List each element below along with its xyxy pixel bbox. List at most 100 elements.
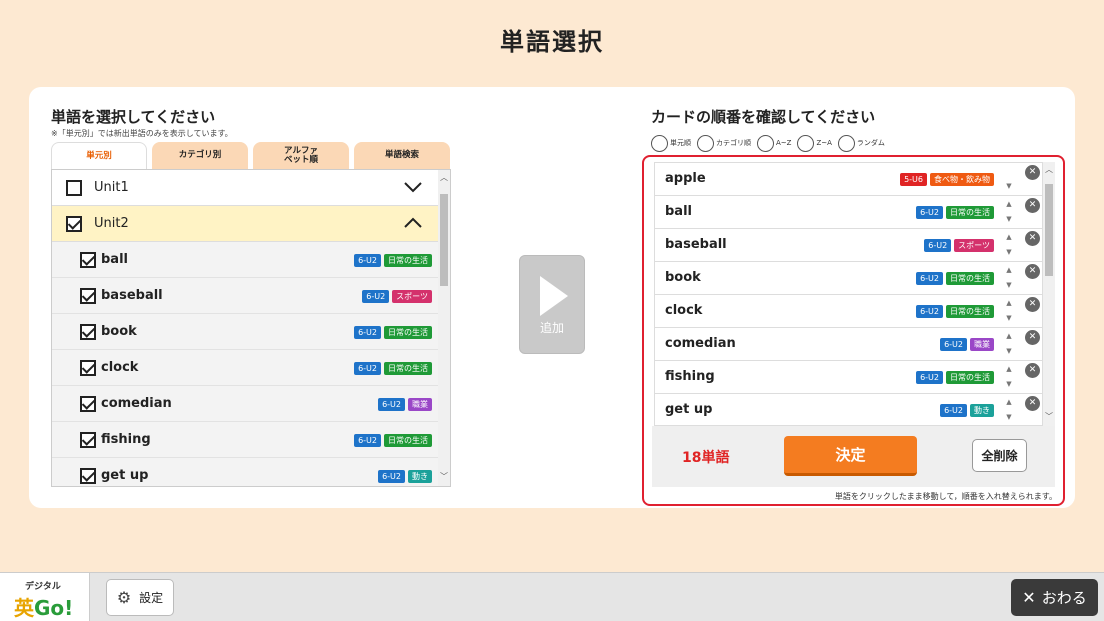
bottom-bar: デジタル 英Go! ⚙ 設定 ✕ おわる [0,572,1104,621]
sort-option-category[interactable]: カテゴリ順 [697,134,751,152]
scroll-down-icon[interactable]: ﹀ [1045,411,1053,422]
scroll-up-icon[interactable]: ︿ [440,172,448,183]
move-down-icon[interactable]: ▼ [1002,248,1016,256]
unit-tag: 6-U2 [354,434,381,447]
move-up-icon[interactable]: ▲ [1002,200,1016,208]
unit-row-unit2[interactable]: Unit2 [52,206,438,242]
tab-alphabetical[interactable]: アルファ ベット順 [253,142,349,169]
card-row[interactable]: comedian 6-U2 職業 ▲ ▼ ✕ [655,328,1042,361]
move-down-icon[interactable]: ▼ [1002,182,1016,190]
unit1-checkbox[interactable] [66,179,82,196]
card-row[interactable]: baseball 6-U2 スポーツ ▲ ▼ ✕ [655,229,1042,262]
chevron-down-icon[interactable] [404,181,422,196]
unit-tag: 6-U2 [378,398,405,411]
word-label: get up [101,468,149,483]
close-button[interactable]: ✕ おわる [1011,579,1098,616]
word-row[interactable]: get up 6-U2 動き [52,458,438,486]
move-up-icon[interactable]: ▲ [1002,365,1016,373]
card-row[interactable]: book 6-U2 日常の生活 ▲ ▼ ✕ [655,262,1042,295]
radio-circle[interactable] [651,134,668,152]
play-icon [540,276,568,316]
card-row[interactable]: ball 6-U2 日常の生活 ▲ ▼ ✕ [655,196,1042,229]
scrollbar-thumb[interactable] [1045,184,1053,276]
move-down-icon[interactable]: ▼ [1002,380,1016,388]
unit-label: Unit2 [94,216,129,231]
chevron-up-icon[interactable] [404,217,422,232]
word-row[interactable]: clock 6-U2 日常の生活 [52,350,438,386]
card-list[interactable]: apple 5-U6 食べ物・飲み物 ▼ ✕ ball 6-U2 日常の生活 ▲ ▼… [654,162,1043,426]
decide-button[interactable]: 決定 [784,436,917,476]
move-up-icon[interactable]: ▲ [1002,398,1016,406]
unit-tag: 6-U2 [354,254,381,267]
remove-icon[interactable]: ✕ [1025,363,1040,378]
card-list-scrollbar[interactable]: ︿ ﹀ [1043,162,1055,426]
remove-icon[interactable]: ✕ [1025,198,1040,213]
unit-row-unit1[interactable]: Unit1 [52,170,438,206]
radio-circle[interactable] [837,134,855,152]
scroll-up-icon[interactable]: ︿ [1045,164,1053,175]
word-checkbox[interactable] [80,359,96,376]
unit-tag: 6-U2 [378,470,405,483]
word-list-scrollbar[interactable]: ︿ ﹀ [438,170,450,486]
word-row[interactable]: baseball 6-U2 スポーツ [52,278,438,314]
close-label: おわる [1041,589,1087,607]
remove-icon[interactable]: ✕ [1025,231,1040,246]
word-checkbox[interactable] [80,395,96,412]
tab-by-category[interactable]: カテゴリ別 [152,142,248,169]
card-row[interactable]: apple 5-U6 食べ物・飲み物 ▼ ✕ [655,163,1042,196]
left-panel-note: ※「単元別」では新出単語のみを表示しています。 [51,129,233,138]
word-row[interactable]: comedian 6-U2 職業 [52,386,438,422]
move-down-icon[interactable]: ▼ [1002,413,1016,421]
word-list[interactable]: Unit1 Unit2 ball 6-U2 日常の生活 baseball 6-U2… [51,169,451,487]
card-word: comedian [665,336,736,351]
radio-circle[interactable] [797,134,815,152]
word-checkbox[interactable] [80,431,96,448]
word-row[interactable]: book 6-U2 日常の生活 [52,314,438,350]
tab-by-unit[interactable]: 単元別 [51,142,147,170]
sort-option-random[interactable]: ランダム [837,134,885,152]
word-checkbox[interactable] [80,323,96,340]
card-row[interactable]: fishing 6-U2 日常の生活 ▲ ▼ ✕ [655,361,1042,394]
radio-circle[interactable] [757,134,774,152]
tab-word-search[interactable]: 単語検索 [354,142,450,169]
move-down-icon[interactable]: ▼ [1002,347,1016,355]
sort-option-z-a[interactable]: Z~A [797,134,832,152]
remove-icon[interactable]: ✕ [1025,396,1040,411]
unit2-checkbox[interactable] [66,215,82,232]
word-row[interactable]: ball 6-U2 日常の生活 [52,242,438,278]
word-row[interactable]: fishing 6-U2 日常の生活 [52,422,438,458]
word-checkbox[interactable] [80,251,96,268]
word-label: baseball [101,288,163,303]
move-down-icon[interactable]: ▼ [1002,215,1016,223]
remove-icon[interactable]: ✕ [1025,330,1040,345]
card-row[interactable]: clock 6-U2 日常の生活 ▲ ▼ ✕ [655,295,1042,328]
remove-icon[interactable]: ✕ [1025,165,1040,180]
sort-option-unit[interactable]: 単元順 [651,134,691,152]
card-row[interactable]: get up 6-U2 動き ▲ ▼ ✕ [655,394,1042,425]
scroll-down-icon[interactable]: ﹀ [440,471,448,482]
settings-label: 設定 [139,591,164,605]
move-up-icon[interactable]: ▲ [1002,299,1016,307]
radio-label: A~Z [776,139,792,147]
add-button[interactable]: 追加 [519,255,585,354]
move-up-icon[interactable]: ▲ [1002,332,1016,340]
move-up-icon[interactable]: ▲ [1002,233,1016,241]
word-label: clock [101,360,139,375]
settings-button[interactable]: ⚙ 設定 [106,579,174,616]
clear-all-button[interactable]: 全削除 [972,439,1027,472]
remove-icon[interactable]: ✕ [1025,264,1040,279]
word-checkbox[interactable] [80,287,96,304]
sort-option-a-z[interactable]: A~Z [757,134,792,152]
move-down-icon[interactable]: ▼ [1002,281,1016,289]
remove-icon[interactable]: ✕ [1025,297,1040,312]
close-icon: ✕ [1022,588,1036,607]
left-panel-title: 単語を選択してください [51,108,216,126]
scrollbar-thumb[interactable] [440,194,448,286]
move-down-icon[interactable]: ▼ [1002,314,1016,322]
word-checkbox[interactable] [80,467,96,484]
move-up-icon[interactable]: ▲ [1002,266,1016,274]
logo-text: 英Go! [14,596,74,620]
category-tag: 日常の生活 [946,305,994,318]
unit-tag: 6-U2 [362,290,390,303]
radio-circle[interactable] [697,134,714,152]
